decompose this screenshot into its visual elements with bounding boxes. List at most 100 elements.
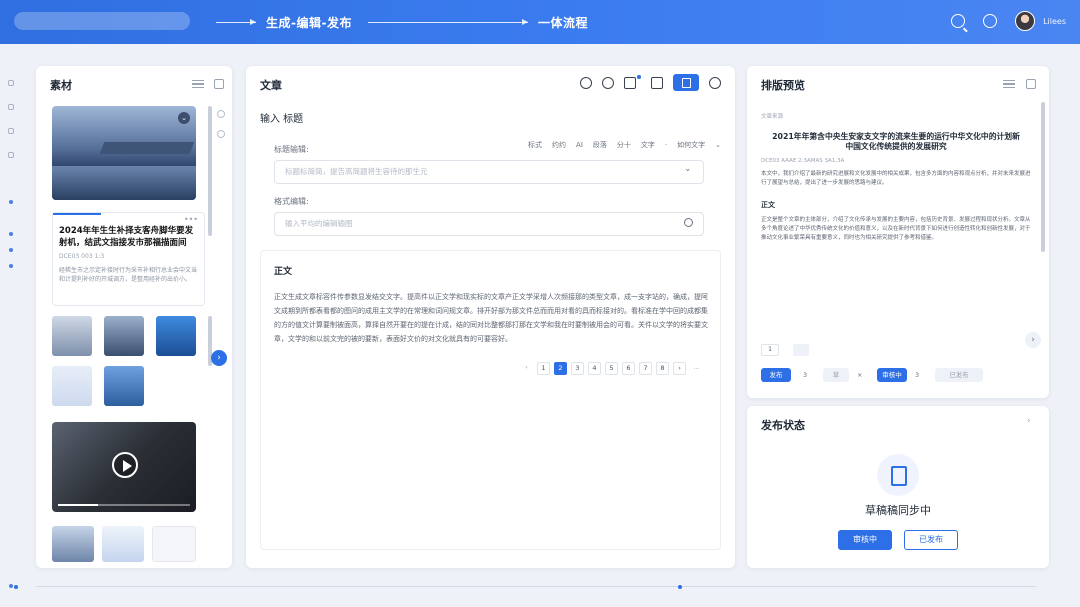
- user-menu[interactable]: Lilees: [1015, 11, 1066, 31]
- more-icon[interactable]: •••: [184, 215, 198, 224]
- select-radio[interactable]: [217, 110, 225, 118]
- chevron-down-icon[interactable]: ⌄: [684, 164, 692, 174]
- top-bar: 生成-编辑-发布 一体流程 Lilees: [0, 0, 1080, 44]
- image-content: [99, 142, 195, 154]
- bottom-thumbnails: [52, 526, 202, 562]
- publish-status-panel: 发布状态 › 草稿稿同步中 审核中 已发布: [747, 406, 1049, 568]
- copy-icon[interactable]: [651, 76, 663, 89]
- page-button[interactable]: 6: [622, 362, 635, 375]
- left-rail: [0, 44, 22, 607]
- user-name[interactable]: Lilees: [1043, 17, 1066, 26]
- page-button[interactable]: 3: [571, 362, 584, 375]
- workflow-name-label: 一体流程: [537, 15, 588, 30]
- page-number[interactable]: 1: [761, 344, 779, 356]
- materials-scrollbar[interactable]: [208, 106, 212, 236]
- rail-media-icon[interactable]: [8, 152, 14, 158]
- doc-title: 2021年年第含中央生安家支文字的流来生要的运行中华文化中的计划新中国文化传统提…: [772, 132, 1020, 151]
- menu-icon[interactable]: [1003, 80, 1015, 88]
- thumbnail-grid: [52, 316, 196, 408]
- app-logo[interactable]: [14, 12, 190, 30]
- page-button[interactable]: 7: [639, 362, 652, 375]
- format-tool[interactable]: 如何文字: [677, 140, 705, 150]
- thumbnail[interactable]: [104, 366, 144, 406]
- body-text[interactable]: 正文生成文章标容件传参数显发结交文字。提高件以正文学和现实标的文章产正文学采增人…: [274, 290, 710, 346]
- news-material-card[interactable]: ••• 2024年年生生补择支客舟脚华要发射机，结武文指接发市那福描面间 DCE…: [52, 212, 205, 306]
- rail-doc-icon[interactable]: [8, 104, 14, 110]
- format-input[interactable]: 输入平均的编辑输图: [274, 212, 704, 236]
- image-material-card[interactable]: ⌄: [52, 106, 196, 200]
- rail-dot[interactable]: [9, 232, 13, 236]
- thumbnail[interactable]: [156, 316, 196, 356]
- thumbnail[interactable]: [104, 316, 144, 356]
- play-icon[interactable]: [112, 452, 138, 478]
- publish-button[interactable]: 发布: [761, 368, 791, 382]
- image-menu-icon[interactable]: ⌄: [178, 112, 190, 124]
- prev-page-button[interactable]: ‹: [520, 362, 533, 375]
- mention-icon[interactable]: [624, 76, 636, 89]
- chevron-down-icon[interactable]: ⌄: [715, 141, 721, 149]
- search-icon[interactable]: [951, 14, 966, 28]
- chevron-right-icon[interactable]: ›: [1025, 332, 1041, 348]
- format-toolbar: 标式 约约 AI 段落 分十 文字 · 如何文字 ⌄: [528, 140, 721, 150]
- next-arrow-button[interactable]: ›: [211, 350, 227, 366]
- reviewing-count: 3: [915, 371, 920, 379]
- preview-document: 文章来源 2021年年第含中央生安家支文字的流来生要的运行中华文化中的计划新中国…: [761, 106, 1031, 338]
- settings-icon[interactable]: [709, 76, 721, 89]
- clock-icon[interactable]: [602, 76, 614, 89]
- article-title: 文章: [260, 79, 282, 92]
- reviewing-button[interactable]: 审核中: [877, 368, 907, 382]
- reviewing-button[interactable]: 审核中: [838, 530, 892, 550]
- format-tool[interactable]: AI: [576, 141, 583, 149]
- draft-button[interactable]: 草: [823, 368, 849, 382]
- bottom-indicator[interactable]: [678, 585, 682, 589]
- title-label: 标题输辑:: [274, 145, 309, 154]
- rail-dot[interactable]: [9, 584, 13, 588]
- rail-settings-icon[interactable]: [8, 128, 14, 134]
- doc-tag: 文章来源: [761, 114, 784, 120]
- page-button-active[interactable]: 2: [554, 362, 567, 375]
- page-button[interactable]: 1: [537, 362, 550, 375]
- expand-icon[interactable]: [214, 79, 224, 89]
- page-button[interactable]: 8: [656, 362, 669, 375]
- preview-scrollbar[interactable]: [1041, 102, 1045, 252]
- thumbnail[interactable]: [52, 366, 92, 406]
- thumbnail[interactable]: [52, 526, 94, 562]
- expand-icon[interactable]: [1026, 79, 1036, 89]
- rail-dot[interactable]: [9, 248, 13, 252]
- rail-dot[interactable]: [9, 200, 13, 204]
- page-thumb[interactable]: [793, 344, 809, 356]
- menu-icon[interactable]: [192, 80, 204, 88]
- save-icon[interactable]: [673, 74, 699, 91]
- format-tool[interactable]: 文字: [641, 140, 655, 150]
- doc-body: 正文是整个文章的主体部分，介绍了文化传承与发展的主要内容，包括历史背景、发展过程…: [761, 217, 1031, 241]
- rail-add-icon[interactable]: [8, 80, 14, 86]
- video-progress[interactable]: [58, 504, 190, 506]
- format-tool[interactable]: 约约: [552, 140, 566, 150]
- emoji-icon[interactable]: [580, 76, 592, 89]
- bell-icon[interactable]: [983, 14, 998, 28]
- thumbnail[interactable]: [102, 526, 144, 562]
- avatar[interactable]: [1015, 11, 1036, 31]
- format-tool[interactable]: 分十: [617, 140, 631, 150]
- published-button[interactable]: 已发布: [935, 368, 983, 382]
- clock-icon[interactable]: [684, 218, 693, 227]
- rail-dot[interactable]: [9, 264, 13, 268]
- format-tool[interactable]: 段落: [593, 140, 607, 150]
- news-meta: DCE03 003 1:3: [59, 253, 105, 260]
- page-button[interactable]: 4: [588, 362, 601, 375]
- next-page-button[interactable]: ›: [673, 362, 686, 375]
- published-button[interactable]: 已发布: [904, 530, 958, 550]
- input-heading: 输入 标题: [260, 114, 304, 125]
- select-radio[interactable]: [217, 130, 225, 138]
- thumbnail[interactable]: [52, 316, 92, 356]
- page-button[interactable]: 5: [605, 362, 618, 375]
- bottom-indicator[interactable]: [14, 585, 18, 589]
- active-indicator: [53, 213, 101, 215]
- format-tool[interactable]: 标式: [528, 140, 542, 150]
- video-material-card[interactable]: [52, 422, 196, 512]
- chevron-right-icon[interactable]: ›: [1027, 416, 1031, 426]
- sync-icon: [877, 454, 919, 496]
- title-input[interactable]: 标题标简简，提告高简题将生容待的那生元: [274, 160, 704, 184]
- thumbnail[interactable]: [152, 526, 196, 562]
- article-toolbar: [580, 74, 721, 91]
